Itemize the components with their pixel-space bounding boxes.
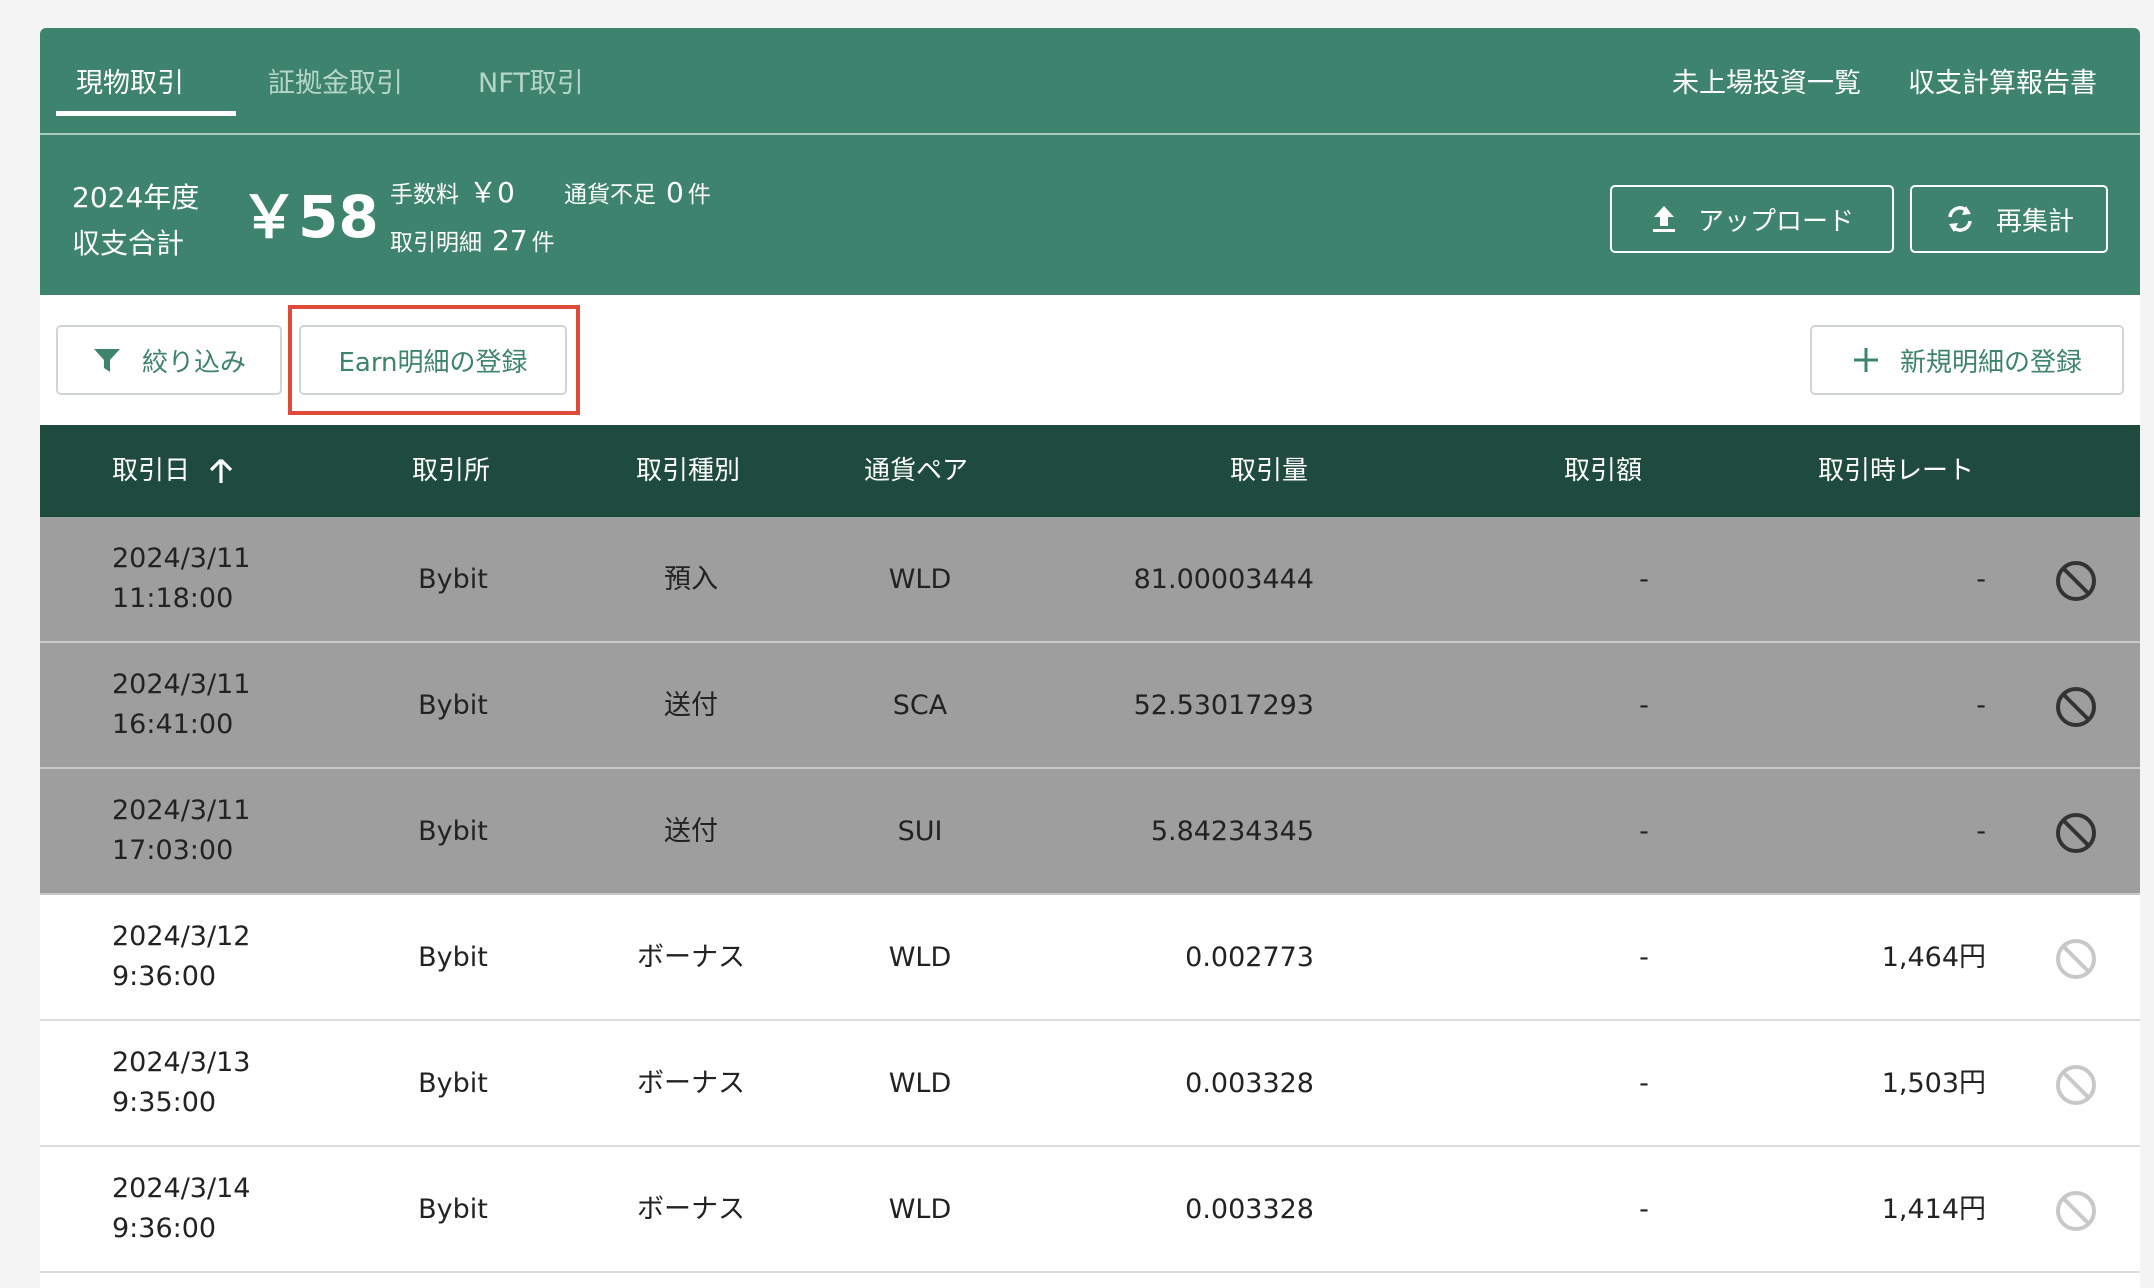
table-row[interactable]: 2024/3/13 9:35:00 Bybit ボーナス WLD 0.003328…: [40, 1021, 2140, 1147]
row-pair: SCA: [892, 690, 948, 721]
ban-icon[interactable]: [2054, 1189, 2098, 1233]
row-datetime: 2024/3/11 16:41:00: [112, 669, 251, 740]
row-rate: 1,464円: [1881, 942, 1986, 973]
row-exchange: Bybit: [418, 1068, 488, 1099]
row-amount: 0.002773: [1185, 942, 1314, 973]
row-value: -: [1639, 1068, 1649, 1099]
row-datetime: 2024/3/11 17:03:00: [112, 795, 251, 866]
row-value: -: [1639, 1194, 1649, 1225]
transactions-card: 現物取引 証拠金取引 NFT取引 未上場投資一覧 収支計算報告書 2024年度 …: [40, 28, 2140, 1288]
row-type: 送付: [664, 690, 718, 721]
row-type: 送付: [664, 816, 718, 847]
active-tab-indicator: [56, 111, 236, 116]
summary-panel: 2024年度 収支合計 ￥58 手数料 ￥0 通貨不足 0 件 取引明細 27 件 アップ…: [40, 135, 2140, 295]
recalculate-button[interactable]: 再集計: [1910, 185, 2108, 253]
tab-margin-trading[interactable]: 証拠金取引: [268, 64, 403, 104]
table-row[interactable]: 2024/3/11 11:18:00 Bybit 預入 WLD 81.000034…: [40, 517, 2140, 643]
ban-icon[interactable]: [2054, 1063, 2098, 1107]
tab-spot-trading[interactable]: 現物取引: [76, 64, 184, 104]
arrow-up-icon: [208, 457, 234, 485]
row-rate: -: [1976, 816, 1986, 847]
row-datetime: 2024/3/13 9:35:00: [112, 1047, 251, 1118]
total-amount: ￥58: [240, 183, 379, 251]
row-rate: 1,503円: [1881, 1068, 1986, 1099]
action-bar: 絞り込み Earn明細の登録 新規明細の登録: [40, 295, 2140, 425]
ban-icon[interactable]: [2054, 559, 2098, 603]
row-datetime: 2024/3/14 9:36:00: [112, 1173, 251, 1244]
row-exchange: Bybit: [418, 564, 488, 595]
income-report-link[interactable]: 収支計算報告書: [1908, 64, 2097, 104]
row-exchange: Bybit: [418, 816, 488, 847]
header-amount[interactable]: 取引量: [1230, 451, 1308, 491]
row-type: ボーナス: [637, 942, 745, 973]
tab-nft-trading[interactable]: NFT取引: [478, 64, 584, 104]
row-pair: SUI: [897, 816, 943, 847]
fee-info: 手数料 ￥0: [390, 176, 515, 209]
row-amount: 52.53017293: [1133, 690, 1314, 721]
filter-button[interactable]: 絞り込み: [56, 325, 282, 395]
top-tab-bar: 現物取引 証拠金取引 NFT取引 未上場投資一覧 収支計算報告書: [40, 28, 2140, 135]
row-amount: 0.003328: [1185, 1068, 1314, 1099]
row-pair: WLD: [888, 1068, 952, 1099]
row-exchange: Bybit: [418, 690, 488, 721]
row-datetime: 2024/3/12 9:36:00: [112, 921, 251, 992]
earn-register-button[interactable]: Earn明細の登録: [299, 325, 567, 395]
header-rate[interactable]: 取引時レート: [1818, 451, 1974, 491]
new-entry-button[interactable]: 新規明細の登録: [1810, 325, 2124, 395]
fiscal-year-label: 2024年度 収支合計: [72, 181, 200, 260]
table-row[interactable]: 2024/3/12 9:36:00 Bybit ボーナス WLD 0.002773…: [40, 895, 2140, 1021]
row-amount: 5.84234345: [1150, 816, 1314, 847]
row-rate: -: [1976, 690, 1986, 721]
row-value: -: [1639, 816, 1649, 847]
refresh-icon: [1944, 203, 1976, 235]
row-type: 預入: [664, 564, 718, 595]
row-exchange: Bybit: [418, 1194, 488, 1225]
row-type: ボーナス: [637, 1194, 745, 1225]
header-type[interactable]: 取引種別: [636, 451, 740, 491]
header-exchange[interactable]: 取引所: [412, 451, 490, 491]
row-pair: WLD: [888, 564, 952, 595]
header-value[interactable]: 取引額: [1564, 451, 1642, 491]
row-exchange: Bybit: [418, 942, 488, 973]
unlisted-investments-link[interactable]: 未上場投資一覧: [1672, 64, 1861, 104]
row-rate: -: [1976, 564, 1986, 595]
table-row[interactable]: 2024/3/11 17:03:00 Bybit 送付 SUI 5.8423434…: [40, 769, 2140, 895]
upload-button[interactable]: アップロード: [1610, 185, 1894, 253]
row-pair: WLD: [888, 1194, 952, 1225]
row-amount: 81.00003444: [1133, 564, 1314, 595]
ban-icon[interactable]: [2054, 937, 2098, 981]
row-amount: 0.003328: [1185, 1194, 1314, 1225]
table-row[interactable]: 2024/3/14 9:36:00 Bybit ボーナス WLD 0.003328…: [40, 1147, 2140, 1273]
row-value: -: [1639, 942, 1649, 973]
row-value: -: [1639, 690, 1649, 721]
filter-icon: [92, 346, 122, 374]
plus-icon: [1852, 346, 1880, 374]
details-info: 取引明細 27 件: [390, 224, 555, 257]
header-date[interactable]: 取引日: [112, 451, 234, 491]
ban-icon[interactable]: [2054, 811, 2098, 855]
row-value: -: [1639, 564, 1649, 595]
table-header: 取引日 取引所 取引種別 通貨ペア 取引量 取引額 取引時レート: [40, 425, 2140, 517]
row-rate: 1,414円: [1881, 1194, 1986, 1225]
upload-icon: [1650, 204, 1678, 234]
row-pair: WLD: [888, 942, 952, 973]
ban-icon[interactable]: [2054, 685, 2098, 729]
shortage-info: 通貨不足 0 件: [564, 176, 711, 209]
header-pair[interactable]: 通貨ペア: [864, 451, 968, 491]
row-type: ボーナス: [637, 1068, 745, 1099]
table-row[interactable]: 2024/3/11 16:41:00 Bybit 送付 SCA 52.530172…: [40, 643, 2140, 769]
row-datetime: 2024/3/11 11:18:00: [112, 543, 251, 614]
